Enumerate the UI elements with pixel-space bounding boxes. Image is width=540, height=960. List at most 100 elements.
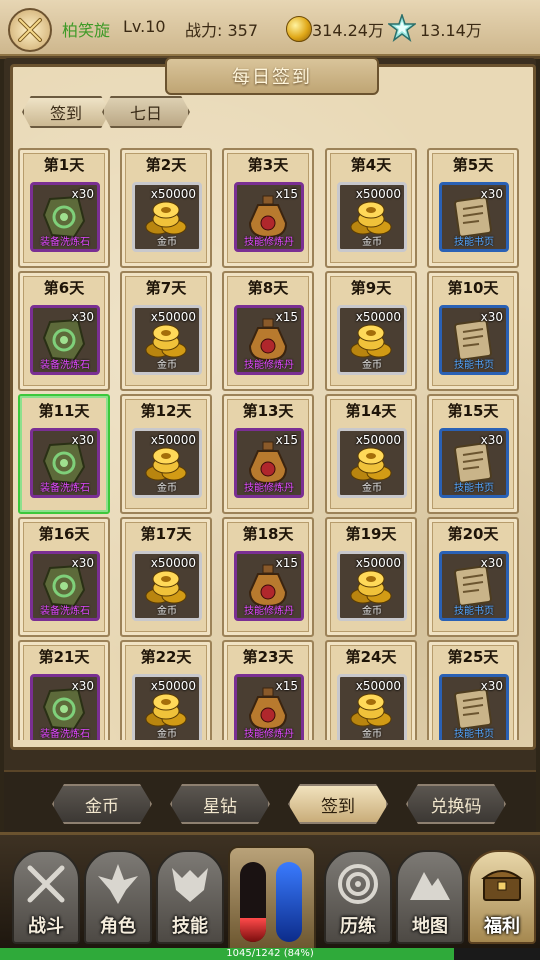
- tab-sign-in[interactable]: 签到: [22, 96, 110, 128]
- reward-quantity: x30: [71, 679, 94, 693]
- reward-item-slot[interactable]: x30 技能书页: [439, 674, 509, 740]
- day-label: 第24天: [345, 648, 397, 666]
- subnav-diamond-button[interactable]: 星钻: [170, 784, 270, 824]
- reward-item-slot[interactable]: x50000 金币: [132, 305, 202, 375]
- day-reward-cell[interactable]: 第1天 x30 装备洗炼石: [18, 148, 110, 268]
- nav-skill-label: 技能: [172, 916, 208, 937]
- day-label: 第5天: [452, 156, 494, 174]
- day-reward-cell[interactable]: 第3天 x15 技能修炼丹: [222, 148, 314, 268]
- reward-item-slot[interactable]: x50000 金币: [337, 428, 407, 498]
- subnav-redeem-code-button[interactable]: 兑换码: [406, 784, 506, 824]
- day-label: 第25天: [447, 648, 499, 666]
- nav-battle-button[interactable]: 战斗: [12, 850, 80, 944]
- day-reward-cell[interactable]: 第6天 x30 装备洗炼石: [18, 271, 110, 391]
- reward-quantity: x50000: [150, 310, 196, 324]
- day-reward-cell[interactable]: 第23天 x15 技能修炼丹: [222, 640, 314, 740]
- day-reward-cell[interactable]: 第5天 x30 技能书页: [427, 148, 519, 268]
- reward-item-slot[interactable]: x50000 金币: [132, 182, 202, 252]
- player-level: Lv.10: [123, 17, 166, 36]
- day-reward-cell[interactable]: 第2天 x50000 金币: [120, 148, 212, 268]
- day-reward-cell[interactable]: 第17天 x50000 金币: [120, 517, 212, 637]
- reward-quantity: x50000: [355, 679, 401, 693]
- reward-item-slot[interactable]: x30 装备洗炼石: [30, 305, 100, 375]
- day-reward-cell[interactable]: 第10天 x30 技能书页: [427, 271, 519, 391]
- reward-item-slot[interactable]: x30 装备洗炼石: [30, 428, 100, 498]
- tab-seven-day[interactable]: 七日: [102, 96, 190, 128]
- diamond-amount: 13.14万: [420, 21, 482, 40]
- reward-item-slot[interactable]: x50000 金币: [132, 551, 202, 621]
- reward-quantity: x50000: [150, 187, 196, 201]
- reward-name: 装备洗炼石: [40, 237, 90, 248]
- top-status-bar: 柏笑旋 Lv.10 战力: 357 314.24万 13.14万: [0, 0, 540, 59]
- day-reward-cell[interactable]: 第16天 x30 装备洗炼石: [18, 517, 110, 637]
- day-reward-cell[interactable]: 第15天 x30 技能书页: [427, 394, 519, 514]
- day-label: 第19天: [345, 525, 397, 543]
- reward-quantity: x30: [480, 556, 503, 570]
- hp-mp-orbs: [228, 846, 316, 950]
- reward-item-slot[interactable]: x30 装备洗炼石: [30, 551, 100, 621]
- day-reward-cell[interactable]: 第21天 x30 装备洗炼石: [18, 640, 110, 740]
- day-label: 第11天: [38, 402, 90, 420]
- day-reward-cell[interactable]: 第12天 x50000 金币: [120, 394, 212, 514]
- reward-item-slot[interactable]: x50000 金币: [337, 551, 407, 621]
- reward-name: 金币: [362, 729, 382, 740]
- day-label: 第7天: [145, 279, 187, 297]
- reward-name: 金币: [157, 360, 177, 371]
- day-reward-cell[interactable]: 第20天 x30 技能书页: [427, 517, 519, 637]
- reward-item-slot[interactable]: x30 装备洗炼石: [30, 182, 100, 252]
- hp-gauge: [240, 862, 266, 942]
- reward-item-slot[interactable]: x50000 金币: [132, 674, 202, 740]
- nav-map-button[interactable]: 地图: [396, 850, 464, 944]
- reward-item-slot[interactable]: x50000 金币: [132, 428, 202, 498]
- nav-battle-label: 战斗: [28, 916, 64, 937]
- day-reward-cell[interactable]: 第22天 x50000 金币: [120, 640, 212, 740]
- reward-item-slot[interactable]: x30 装备洗炼石: [30, 674, 100, 740]
- reward-item-slot[interactable]: x50000 金币: [337, 305, 407, 375]
- reward-name: 技能书页: [454, 360, 494, 371]
- reward-quantity: x30: [71, 433, 94, 447]
- day-reward-cell[interactable]: 第8天 x15 技能修炼丹: [222, 271, 314, 391]
- nav-character-button[interactable]: 角色: [84, 850, 152, 944]
- reward-name: 金币: [157, 729, 177, 740]
- day-label: 第10天: [447, 279, 499, 297]
- reward-item-slot[interactable]: x30 技能书页: [439, 305, 509, 375]
- day-reward-cell[interactable]: 第19天 x50000 金币: [325, 517, 417, 637]
- reward-item-slot[interactable]: x15 技能修炼丹: [234, 428, 304, 498]
- day-reward-cell[interactable]: 第24天 x50000 金币: [325, 640, 417, 740]
- day-reward-cell[interactable]: 第9天 x50000 金币: [325, 271, 417, 391]
- day-label: 第13天: [242, 402, 294, 420]
- reward-quantity: x15: [275, 187, 298, 201]
- hp-fill: [240, 918, 266, 942]
- reward-name: 技能修炼丹: [244, 606, 294, 617]
- reward-item-slot[interactable]: x50000 金币: [337, 182, 407, 252]
- day-reward-cell[interactable]: 第7天 x50000 金币: [120, 271, 212, 391]
- day-label: 第2天: [145, 156, 187, 174]
- day-reward-cell[interactable]: 第25天 x30 技能书页: [427, 640, 519, 740]
- reward-item-slot[interactable]: x15 技能修炼丹: [234, 305, 304, 375]
- reward-name: 技能修炼丹: [244, 360, 294, 371]
- winged-crest-icon: [98, 864, 138, 904]
- subnav-sign-in-button[interactable]: 签到: [288, 784, 388, 824]
- reward-item-slot[interactable]: x50000 金币: [337, 674, 407, 740]
- nav-training-button[interactable]: 历练: [324, 850, 392, 944]
- nav-welfare-button[interactable]: 福利: [468, 850, 536, 944]
- reward-name: 金币: [362, 237, 382, 248]
- reward-item-slot[interactable]: x15 技能修炼丹: [234, 551, 304, 621]
- day-reward-cell[interactable]: 第18天 x15 技能修炼丹: [222, 517, 314, 637]
- crossed-swords-icon[interactable]: [8, 8, 52, 52]
- day-reward-cell[interactable]: 第4天 x50000 金币: [325, 148, 417, 268]
- reward-quantity: x50000: [355, 556, 401, 570]
- reward-quantity: x30: [480, 679, 503, 693]
- reward-item-slot[interactable]: x30 技能书页: [439, 428, 509, 498]
- subnav-gold-button[interactable]: 金币: [52, 784, 152, 824]
- reward-item-slot[interactable]: x15 技能修炼丹: [234, 674, 304, 740]
- reward-item-slot[interactable]: x15 技能修炼丹: [234, 182, 304, 252]
- reward-quantity: x15: [275, 310, 298, 324]
- day-reward-cell[interactable]: 第11天 x30 装备洗炼石: [18, 394, 110, 514]
- day-reward-cell[interactable]: 第13天 x15 技能修炼丹: [222, 394, 314, 514]
- reward-name: 金币: [157, 606, 177, 617]
- reward-item-slot[interactable]: x30 技能书页: [439, 182, 509, 252]
- day-reward-cell[interactable]: 第14天 x50000 金币: [325, 394, 417, 514]
- nav-skill-button[interactable]: 技能: [156, 850, 224, 944]
- reward-item-slot[interactable]: x30 技能书页: [439, 551, 509, 621]
